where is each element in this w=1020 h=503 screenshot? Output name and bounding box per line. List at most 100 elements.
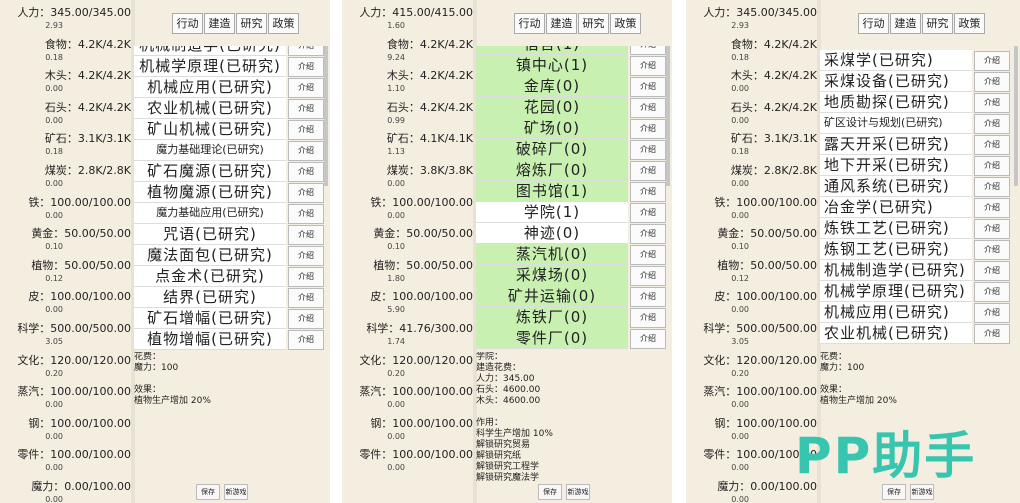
intro-button[interactable]: 介绍 [288,162,324,182]
building-button[interactable]: 炼铁厂(0) [476,307,628,328]
intro-button[interactable]: 介绍 [288,120,324,140]
building-button[interactable]: 采煤场(0) [476,265,628,286]
building-button[interactable]: 神迹(0) [476,223,628,244]
intro-button[interactable]: 介绍 [974,240,1010,260]
new-game-button[interactable]: 新游戏 [910,484,934,500]
intro-button[interactable]: 介绍 [630,266,666,286]
intro-button[interactable]: 介绍 [630,245,666,265]
intro-button[interactable]: 介绍 [288,141,324,161]
building-button[interactable]: 花园(0) [476,97,628,118]
intro-button[interactable]: 介绍 [288,267,324,287]
research-button[interactable]: 结界(已研究) [134,287,286,308]
building-button[interactable]: 蒸汽机(0) [476,244,628,265]
tab-research[interactable]: 研究 [922,13,953,34]
intro-button[interactable]: 介绍 [974,324,1010,344]
building-button[interactable]: 学院(1) [476,202,628,223]
research-button[interactable]: 植物增幅(已研究) [134,329,286,350]
intro-button[interactable]: 介绍 [630,161,666,181]
save-button[interactable]: 保存 [538,484,562,500]
intro-button[interactable]: 介绍 [974,51,1010,71]
research-button[interactable]: 矿石增幅(已研究) [134,308,286,329]
building-button[interactable]: 矿井运输(0) [476,286,628,307]
building-button[interactable]: 金库(0) [476,76,628,97]
research-button[interactable]: 矿石魔源(已研究) [134,161,286,182]
intro-button[interactable]: 介绍 [288,309,324,329]
intro-button[interactable]: 介绍 [974,156,1010,176]
save-button[interactable]: 保存 [196,484,220,500]
intro-button[interactable]: 介绍 [630,98,666,118]
research-button[interactable]: 机械学原理(已研究) [820,281,972,302]
intro-button[interactable]: 介绍 [974,219,1010,239]
research-button[interactable]: 农业机械(已研究) [820,323,972,344]
tab-action[interactable]: 行动 [172,13,203,34]
building-button[interactable]: 图书馆(1) [476,181,628,202]
research-button[interactable]: 机械应用(已研究) [134,77,286,98]
research-button[interactable]: 机械学原理(已研究) [134,56,286,77]
research-button[interactable]: 机械制造学(已研究) [820,260,972,281]
building-button[interactable]: 破碎厂(0) [476,139,628,160]
tab-build[interactable]: 建造 [546,13,577,34]
building-button[interactable]: 宿舍(1) [476,46,628,55]
building-button[interactable]: 矿场(0) [476,118,628,139]
intro-button[interactable]: 介绍 [288,288,324,308]
tab-research[interactable]: 研究 [236,13,267,34]
research-button[interactable]: 机械制造学(已研究) [134,46,286,56]
research-button[interactable]: 矿山机械(已研究) [134,119,286,140]
new-game-button[interactable]: 新游戏 [566,484,590,500]
research-button[interactable]: 露天开采(已研究) [820,134,972,155]
tab-research[interactable]: 研究 [578,13,609,34]
intro-button[interactable]: 介绍 [288,46,324,56]
tab-policy[interactable]: 政策 [610,13,641,34]
intro-button[interactable]: 介绍 [288,183,324,203]
intro-button[interactable]: 介绍 [630,77,666,97]
intro-button[interactable]: 介绍 [630,182,666,202]
intro-button[interactable]: 介绍 [974,114,1010,134]
intro-button[interactable]: 介绍 [288,246,324,266]
list-scrollbar[interactable] [666,46,670,186]
intro-button[interactable]: 介绍 [630,119,666,139]
research-button[interactable]: 矿区设计与规划(已研究) [820,113,972,134]
research-button[interactable]: 植物魔源(已研究) [134,182,286,203]
building-button[interactable]: 镇中心(1) [476,55,628,76]
research-button[interactable]: 通风系统(已研究) [820,176,972,197]
intro-button[interactable]: 介绍 [974,198,1010,218]
intro-button[interactable]: 介绍 [974,282,1010,302]
research-button[interactable]: 冶金学(已研究) [820,197,972,218]
intro-button[interactable]: 介绍 [630,224,666,244]
research-button[interactable]: 农业机械(已研究) [134,98,286,119]
new-game-button[interactable]: 新游戏 [224,484,248,500]
tab-policy[interactable]: 政策 [268,13,299,34]
research-button[interactable]: 炼钢工艺(已研究) [820,239,972,260]
tab-policy[interactable]: 政策 [954,13,985,34]
intro-button[interactable]: 介绍 [288,204,324,224]
intro-button[interactable]: 介绍 [974,261,1010,281]
intro-button[interactable]: 介绍 [630,308,666,328]
intro-button[interactable]: 介绍 [288,225,324,245]
research-button[interactable]: 地质勘探(已研究) [820,92,972,113]
intro-button[interactable]: 介绍 [288,330,324,350]
intro-button[interactable]: 介绍 [288,99,324,119]
list-scrollbar[interactable] [1014,46,1018,186]
intro-button[interactable]: 介绍 [974,93,1010,113]
research-button[interactable]: 魔法面包(已研究) [134,245,286,266]
research-button[interactable]: 采煤设备(已研究) [820,71,972,92]
intro-button[interactable]: 介绍 [974,72,1010,92]
intro-button[interactable]: 介绍 [630,287,666,307]
intro-button[interactable]: 介绍 [288,78,324,98]
save-button[interactable]: 保存 [882,484,906,500]
tab-build[interactable]: 建造 [204,13,235,34]
research-button[interactable]: 咒语(已研究) [134,224,286,245]
intro-button[interactable]: 介绍 [974,177,1010,197]
research-button[interactable]: 地下开采(已研究) [820,155,972,176]
intro-button[interactable]: 介绍 [630,46,666,55]
tab-action[interactable]: 行动 [858,13,889,34]
building-button[interactable]: 熔炼厂(0) [476,160,628,181]
research-button[interactable]: 魔力基础理论(已研究) [134,140,286,161]
intro-button[interactable]: 介绍 [630,203,666,223]
intro-button[interactable]: 介绍 [974,303,1010,323]
tab-build[interactable]: 建造 [890,13,921,34]
intro-button[interactable]: 介绍 [288,57,324,77]
intro-button[interactable]: 介绍 [974,135,1010,155]
tab-action[interactable]: 行动 [514,13,545,34]
research-button[interactable]: 机械应用(已研究) [820,302,972,323]
